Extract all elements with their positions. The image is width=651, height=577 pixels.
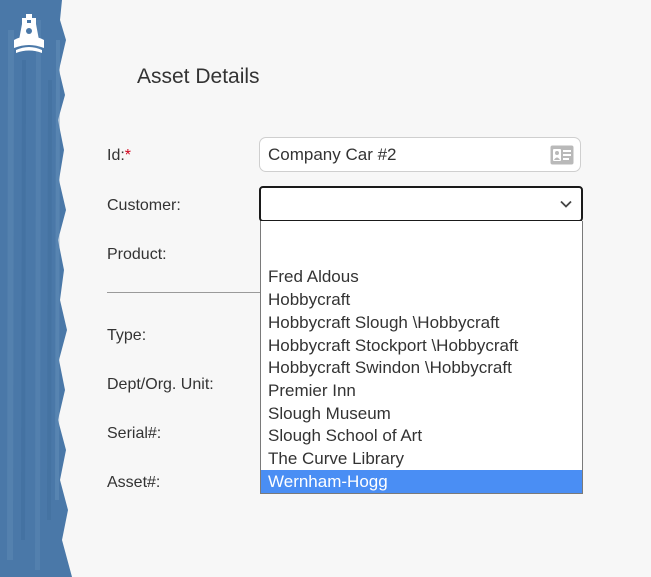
dropdown-option-hobbycraft[interactable]: Hobbycraft (261, 288, 582, 311)
dropdown-option-slough-school-of-art[interactable]: Slough School of Art (261, 424, 582, 447)
customer-dropdown-list[interactable]: Fred Aldous Hobbycraft Hobbycraft Slough… (260, 221, 583, 494)
required-mark: * (124, 147, 132, 164)
serial-label: Serial#: (107, 425, 162, 442)
product-label: Product: (107, 246, 167, 263)
section-divider (107, 292, 267, 293)
page-title: Asset Details (137, 65, 260, 88)
sidebar-brush-decoration (0, 0, 72, 577)
dept-org-unit-label: Dept/Org. Unit: (107, 376, 214, 393)
id-label: Id:* (107, 147, 131, 165)
dropdown-option-fred-aldous[interactable]: Fred Aldous (261, 265, 582, 288)
id-label-text: Id: (107, 147, 125, 164)
dropdown-option-hobbycraft-slough[interactable]: Hobbycraft Slough \Hobbycraft (261, 311, 582, 334)
dropdown-option-slough-museum[interactable]: Slough Museum (261, 402, 582, 425)
lighthouse-logo-icon[interactable] (12, 14, 46, 54)
dropdown-option-the-curve-library[interactable]: The Curve Library (261, 447, 582, 470)
customer-select[interactable] (259, 186, 583, 222)
asset-number-label: Asset#: (107, 474, 161, 491)
id-field-value: Company Car #2 (268, 145, 397, 164)
dropdown-option-blank[interactable] (261, 242, 582, 265)
type-label: Type: (107, 327, 147, 344)
id-field[interactable]: Company Car #2 (259, 137, 581, 172)
dropdown-option-premier-inn[interactable]: Premier Inn (261, 379, 582, 402)
customer-label: Customer: (107, 197, 181, 214)
chevron-down-icon[interactable] (560, 200, 572, 208)
id-card-icon[interactable] (550, 145, 574, 165)
dropdown-option-wernham-hogg[interactable]: Wernham-Hogg (261, 470, 582, 493)
dropdown-option-hobbycraft-swindon[interactable]: Hobbycraft Swindon \Hobbycraft (261, 356, 582, 379)
dropdown-option-hobbycraft-stockport[interactable]: Hobbycraft Stockport \Hobbycraft (261, 334, 582, 357)
